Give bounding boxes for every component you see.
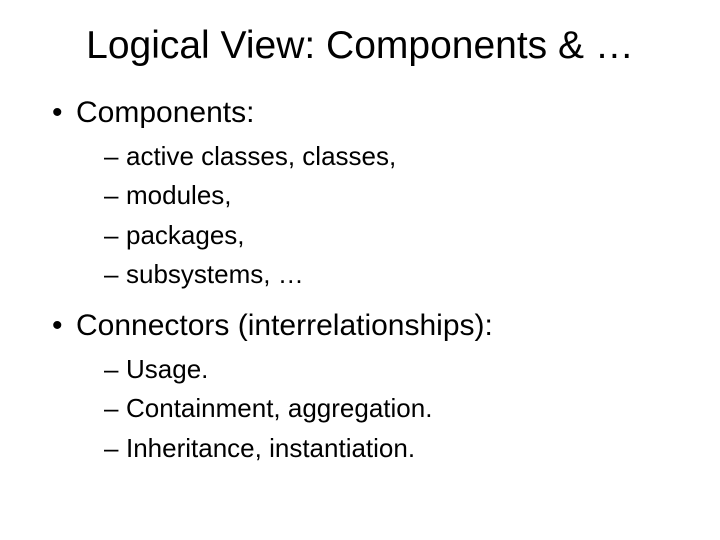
sub-bullet-label: packages, xyxy=(126,220,245,250)
sub-bullet-label: subsystems, … xyxy=(126,259,304,289)
list-item: Connectors (interrelationships): Usage. … xyxy=(52,309,690,465)
sub-bullet-label: active classes, classes, xyxy=(126,141,396,171)
list-item: Usage. xyxy=(104,353,690,386)
list-item: modules, xyxy=(104,179,690,212)
bullet-list: Components: active classes, classes, mod… xyxy=(30,96,690,465)
sub-list: Usage. Containment, aggregation. Inherit… xyxy=(76,353,690,465)
sub-bullet-label: Inheritance, instantiation. xyxy=(126,433,415,463)
list-item: Inheritance, instantiation. xyxy=(104,432,690,465)
slide: Logical View: Components & … Components:… xyxy=(0,0,720,540)
slide-title: Logical View: Components & … xyxy=(30,24,690,68)
bullet-label: Connectors (interrelationships): xyxy=(76,309,493,342)
bullet-label: Components: xyxy=(76,96,254,129)
list-item: Containment, aggregation. xyxy=(104,392,690,425)
list-item: subsystems, … xyxy=(104,258,690,291)
list-item: Components: active classes, classes, mod… xyxy=(52,96,690,291)
sub-bullet-label: Usage. xyxy=(126,354,208,384)
sub-bullet-label: modules, xyxy=(126,180,232,210)
list-item: active classes, classes, xyxy=(104,140,690,173)
list-item: packages, xyxy=(104,219,690,252)
sub-list: active classes, classes, modules, packag… xyxy=(76,140,690,291)
sub-bullet-label: Containment, aggregation. xyxy=(126,393,432,423)
